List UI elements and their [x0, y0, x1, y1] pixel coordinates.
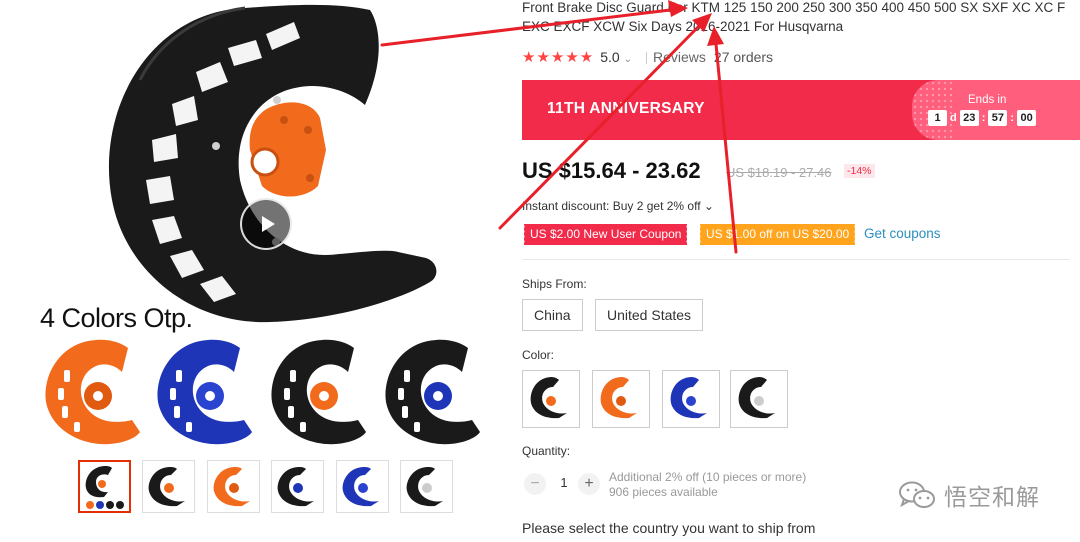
- color-swatch-black-white[interactable]: [730, 370, 788, 428]
- promo-countdown-panel: Ends in 1 d 23 : 57 : 00: [912, 80, 1080, 140]
- get-coupons-link[interactable]: Get coupons: [864, 226, 941, 241]
- countdown-colon: :: [981, 112, 986, 124]
- thumbnail-all-colors[interactable]: [78, 460, 131, 513]
- original-price: US $18.19 - 27.46: [726, 165, 832, 180]
- ships-from-option-china[interactable]: China: [522, 299, 583, 331]
- rating-row: ★★★★★ 5.0 ⌄ Reviews 27 orders: [522, 48, 773, 66]
- ship-country-prompt: Please select the country you want to sh…: [522, 520, 816, 536]
- countdown-day-unit: d: [950, 112, 957, 124]
- countdown-days: 1: [928, 110, 947, 126]
- thumbnail-black-white[interactable]: [400, 460, 453, 513]
- product-gallery: 4 Colors Otp.: [0, 0, 500, 542]
- orders-count: 27 orders: [713, 49, 774, 65]
- color-label: Color:: [522, 348, 555, 362]
- quantity-increase-button[interactable]: +: [578, 473, 600, 495]
- ships-from-option-united-states[interactable]: United States: [595, 299, 704, 331]
- wechat-watermark: 悟空和解: [898, 479, 1040, 511]
- rating-chevron-icon[interactable]: ⌄: [624, 54, 632, 65]
- countdown-seconds: 00: [1017, 110, 1037, 126]
- instant-discount[interactable]: Instant discount: Buy 2 get 2% off ⌄: [522, 199, 714, 213]
- variant-image-orange: [45, 339, 140, 445]
- ends-in-label: Ends in: [968, 94, 1007, 106]
- thumbnail-black[interactable]: [142, 460, 195, 513]
- store-coupon[interactable]: US $1.00 off on US $20.00: [698, 224, 856, 245]
- watermark-text: 悟空和解: [944, 485, 1040, 511]
- colors-caption: 4 Colors Otp.: [40, 303, 193, 333]
- play-icon: [262, 216, 275, 232]
- promo-banner: 11TH ANNIVERSARY Ends in 1 d 23 : 57 : 0…: [522, 80, 1080, 140]
- variant-image-blue: [157, 339, 252, 445]
- color-swatch-orange[interactable]: [592, 370, 650, 428]
- thumbnail-orange[interactable]: [207, 460, 260, 513]
- ships-from-label: Ships From:: [522, 277, 587, 291]
- promo-title: 11TH ANNIVERSARY: [547, 100, 705, 117]
- section-divider: [522, 259, 1070, 260]
- countdown-hours: 23: [959, 110, 979, 126]
- countdown-colon: :: [1010, 112, 1015, 124]
- video-play-button[interactable]: [240, 198, 292, 250]
- wechat-icon: [899, 481, 935, 508]
- countdown-minutes: 57: [988, 110, 1008, 126]
- variant-image-black-blue: [385, 339, 480, 445]
- bulk-discount-note: Additional 2% off (10 pieces or more): [609, 470, 807, 484]
- current-price: US $15.64 - 23.62: [522, 158, 701, 183]
- discount-badge: -14%: [844, 164, 875, 178]
- reviews-link[interactable]: Reviews: [653, 49, 706, 65]
- rating-divider: [646, 52, 647, 65]
- quantity-input[interactable]: 1: [552, 475, 576, 490]
- quantity-decrease-button[interactable]: −: [524, 473, 546, 495]
- variant-image-black: [271, 339, 366, 445]
- quantity-label: Quantity:: [522, 444, 571, 458]
- thumbnail-black-blue[interactable]: [271, 460, 324, 513]
- thumbnail-blue[interactable]: [336, 460, 389, 513]
- rating-value[interactable]: 5.0: [600, 49, 619, 65]
- new-user-coupon[interactable]: US $2.00 New User Coupon: [522, 224, 688, 245]
- product-title: Front Brake Disc Guard For KTM 125 150 2…: [522, 0, 1066, 34]
- color-swatch-black[interactable]: [522, 370, 580, 428]
- product-info-panel: Front Brake Disc Guard For KTM 125 150 2…: [522, 0, 1080, 542]
- color-swatch-blue[interactable]: [662, 370, 720, 428]
- rating-stars: ★★★★★: [522, 49, 595, 66]
- instant-discount-chevron-icon: ⌄: [703, 199, 714, 213]
- main-product-image[interactable]: [80, 0, 450, 330]
- stock-available: 906 pieces available: [609, 485, 718, 499]
- countdown-timer: 1 d 23 : 57 : 00: [928, 110, 1037, 126]
- instant-discount-text: Instant discount: Buy 2 get 2% off: [522, 199, 701, 213]
